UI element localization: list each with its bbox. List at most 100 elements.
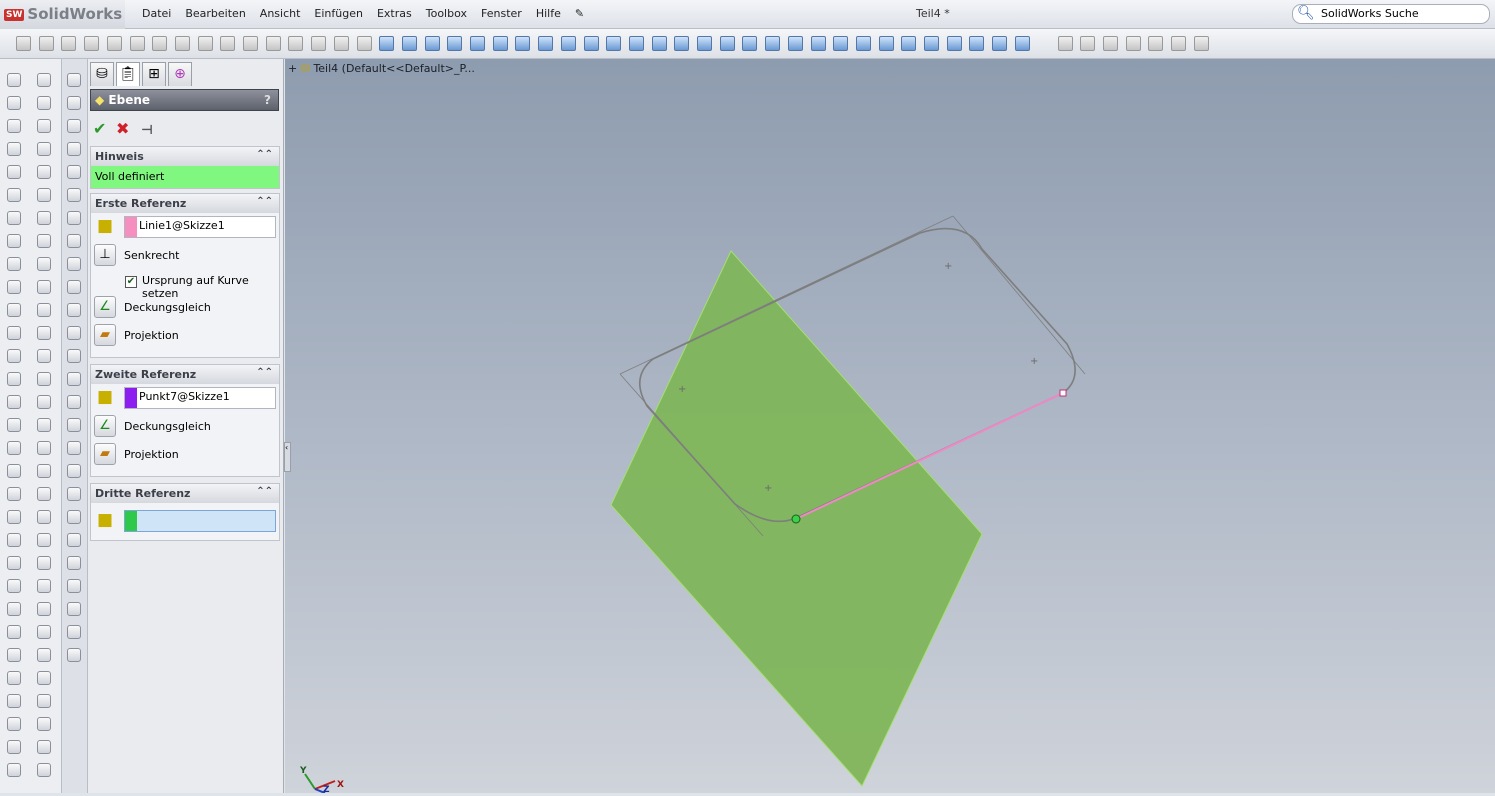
toolbar-button[interactable]	[174, 36, 190, 51]
command-button[interactable]	[67, 119, 81, 133]
command-button[interactable]	[67, 602, 81, 616]
command-button[interactable]	[37, 648, 51, 662]
toolbar-button[interactable]	[969, 36, 985, 51]
tab-dimxpert-manager[interactable]: ⊕	[168, 62, 192, 86]
command-button[interactable]	[37, 73, 51, 87]
collapse-panel-handle[interactable]: ‹	[284, 442, 291, 472]
command-button[interactable]	[7, 740, 21, 754]
command-button[interactable]	[37, 533, 51, 547]
command-button[interactable]	[67, 418, 81, 432]
command-button[interactable]	[37, 579, 51, 593]
command-button[interactable]	[37, 119, 51, 133]
command-button[interactable]	[7, 234, 21, 248]
toolbar-button[interactable]	[560, 36, 576, 51]
toolbar-button[interactable]	[1014, 36, 1030, 51]
command-button[interactable]	[7, 303, 21, 317]
command-button[interactable]	[37, 349, 51, 363]
toolbar-button[interactable]	[651, 36, 667, 51]
command-button[interactable]	[7, 142, 21, 156]
toolbar-button[interactable]	[106, 36, 122, 51]
menu-ansicht[interactable]: Ansicht	[253, 7, 308, 20]
hint-header[interactable]: Hinweis ⌃⌃	[91, 147, 279, 166]
command-button[interactable]	[37, 211, 51, 225]
command-button[interactable]	[37, 671, 51, 685]
command-button[interactable]	[37, 280, 51, 294]
toolbar-button[interactable]	[697, 36, 712, 51]
toolbar-button[interactable]	[265, 36, 281, 51]
tab-feature-manager[interactable]: ⛁	[90, 62, 114, 86]
command-button[interactable]	[7, 533, 21, 547]
command-button[interactable]	[67, 510, 81, 524]
command-button[interactable]	[67, 579, 81, 593]
toolbar-button[interactable]	[1193, 36, 1209, 51]
command-button[interactable]	[67, 96, 81, 110]
command-button[interactable]	[67, 464, 81, 478]
toolbar-button[interactable]	[1080, 36, 1096, 51]
command-button[interactable]	[7, 464, 21, 478]
command-button[interactable]	[67, 395, 81, 409]
help-button[interactable]: ?	[264, 93, 271, 107]
perpendicular-icon[interactable]: ⊥	[94, 244, 116, 266]
command-button[interactable]	[7, 602, 21, 616]
toolbar-button[interactable]	[492, 36, 508, 51]
menu-datei[interactable]: Datei	[135, 7, 178, 20]
coincident-icon[interactable]: ∠	[94, 296, 116, 318]
projection-icon[interactable]: ▰	[94, 443, 116, 465]
graphics-viewport[interactable]: + + + + Y X Z	[285, 59, 1495, 795]
toolbar-button[interactable]	[833, 36, 849, 51]
projection-icon[interactable]: ▰	[94, 324, 116, 346]
command-button[interactable]	[67, 326, 81, 340]
command-button[interactable]	[7, 326, 21, 340]
toolbar-button[interactable]	[220, 36, 236, 51]
first-reference-header[interactable]: Erste Referenz ⌃⌃	[91, 194, 279, 213]
command-button[interactable]	[67, 556, 81, 570]
command-button[interactable]	[67, 257, 81, 271]
command-button[interactable]	[67, 142, 81, 156]
toolbar-button[interactable]	[538, 36, 554, 51]
command-button[interactable]	[7, 441, 21, 455]
command-button[interactable]	[37, 142, 51, 156]
toolbar-button[interactable]	[447, 36, 463, 51]
toolbar-button[interactable]	[61, 36, 77, 51]
punkt7-point[interactable]	[791, 514, 801, 524]
toolbar-button[interactable]	[38, 36, 54, 51]
menu-extras[interactable]: Extras	[370, 7, 419, 20]
command-button[interactable]	[37, 303, 51, 317]
command-button[interactable]	[37, 464, 51, 478]
command-button[interactable]	[37, 257, 51, 271]
toolbar-button[interactable]	[470, 36, 485, 51]
command-button[interactable]	[7, 349, 21, 363]
command-button[interactable]	[67, 487, 81, 501]
command-button[interactable]	[67, 625, 81, 639]
command-button[interactable]	[37, 418, 51, 432]
command-button[interactable]	[37, 96, 51, 110]
command-button[interactable]	[7, 165, 21, 179]
solidworks-logo[interactable]: SW SolidWorks	[0, 0, 125, 29]
toolbar-button[interactable]	[1148, 36, 1164, 51]
collapse-icon[interactable]: ⌃⌃	[256, 196, 273, 207]
menu-einfuegen[interactable]: Einfügen	[307, 7, 370, 20]
collapse-icon[interactable]: ⌃⌃	[256, 486, 273, 497]
command-button[interactable]	[37, 510, 51, 524]
toolbar-button[interactable]	[765, 36, 781, 51]
command-button[interactable]	[7, 73, 21, 87]
command-button[interactable]	[67, 648, 81, 662]
menu-bearbeiten[interactable]: Bearbeiten	[178, 7, 252, 20]
command-button[interactable]	[37, 625, 51, 639]
command-button[interactable]	[7, 188, 21, 202]
endpoint-marker[interactable]	[1059, 389, 1067, 397]
toolbar-button[interactable]	[84, 36, 100, 51]
pin-menu-icon[interactable]: ✎	[568, 7, 591, 20]
command-button[interactable]	[7, 763, 21, 777]
toolbar-button[interactable]	[1102, 36, 1118, 51]
ok-button[interactable]: ✔	[93, 119, 106, 138]
toolbar-button[interactable]	[810, 36, 826, 51]
pin-button[interactable]: ⊣	[141, 123, 153, 138]
command-button[interactable]	[67, 211, 81, 225]
toolbar-button[interactable]	[379, 36, 395, 51]
command-button[interactable]	[67, 441, 81, 455]
command-button[interactable]	[7, 96, 21, 110]
toolbar-button[interactable]	[1057, 36, 1073, 51]
toolbar-button[interactable]	[674, 36, 690, 51]
command-button[interactable]	[7, 418, 21, 432]
